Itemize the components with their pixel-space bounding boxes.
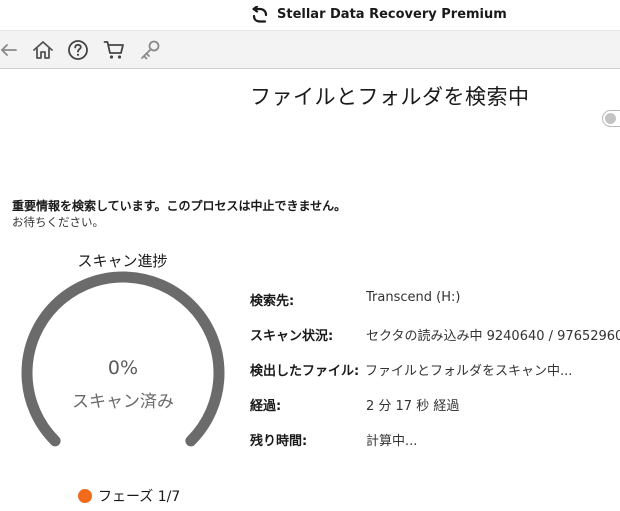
detail-label: 検索先: xyxy=(250,294,295,309)
detail-label: 経過: xyxy=(250,399,282,414)
scan-percent: 0% xyxy=(107,357,139,379)
detail-label: 検出したファイル: xyxy=(250,364,360,379)
detail-value: Transcend (H:) xyxy=(366,290,461,305)
back-arrow-icon xyxy=(0,40,18,60)
toggle-knob xyxy=(605,113,616,124)
scan-notice-sub: お待ちください。 xyxy=(12,215,104,229)
scan-details: 検索先: Transcend (H:) スキャン状況: セクタの読み込み中 92… xyxy=(250,290,620,465)
detail-value: 2 分 17 秒 経過 xyxy=(366,399,460,414)
scan-notice: 重要情報を検索しています。このプロセスは中止できません。 xyxy=(12,199,347,213)
toolbar xyxy=(0,30,620,69)
key-icon xyxy=(139,39,161,61)
detail-row-elapsed: 経過: 2 分 17 秒 経過 xyxy=(250,395,620,430)
home-button[interactable] xyxy=(31,38,55,62)
scan-caption: スキャン済み xyxy=(72,392,174,412)
title-bar: Stellar Data Recovery Premium xyxy=(0,0,620,30)
cart-icon xyxy=(103,39,125,61)
detail-row-remaining: 残り時間: 計算中... xyxy=(250,430,620,465)
phase-label: フェーズ 1/7 xyxy=(98,489,181,505)
detail-label: スキャン状況: xyxy=(250,329,334,344)
view-toggle[interactable] xyxy=(602,110,620,127)
detail-value: ファイルとフォルダをスキャン中... xyxy=(365,364,573,379)
detail-row-status: スキャン状況: セクタの読み込み中 9240640 / 976529600 xyxy=(250,325,620,360)
home-icon xyxy=(32,39,54,61)
detail-value: 計算中... xyxy=(366,434,418,449)
detail-row-files: 検出したファイル: ファイルとフォルダをスキャン中... xyxy=(250,360,620,395)
progress-title: スキャン進捗 xyxy=(77,252,168,270)
detail-row-location: 検索先: Transcend (H:) xyxy=(250,290,620,325)
back-button[interactable] xyxy=(0,38,20,62)
detail-value: セクタの読み込み中 9240640 / 976529600 xyxy=(366,329,620,344)
app-title: Stellar Data Recovery Premium xyxy=(277,7,507,22)
phase-indicator: フェーズ 1/7 xyxy=(78,486,180,506)
help-button[interactable] xyxy=(66,38,90,62)
stellar-logo-icon xyxy=(250,5,270,24)
cart-button[interactable] xyxy=(102,38,126,62)
activation-key-button[interactable] xyxy=(138,38,162,62)
phase-dot-icon xyxy=(78,489,92,503)
help-icon xyxy=(67,39,89,61)
detail-label: 残り時間: xyxy=(250,434,308,449)
page-title: ファイルとフォルダを検索中 xyxy=(250,85,530,109)
